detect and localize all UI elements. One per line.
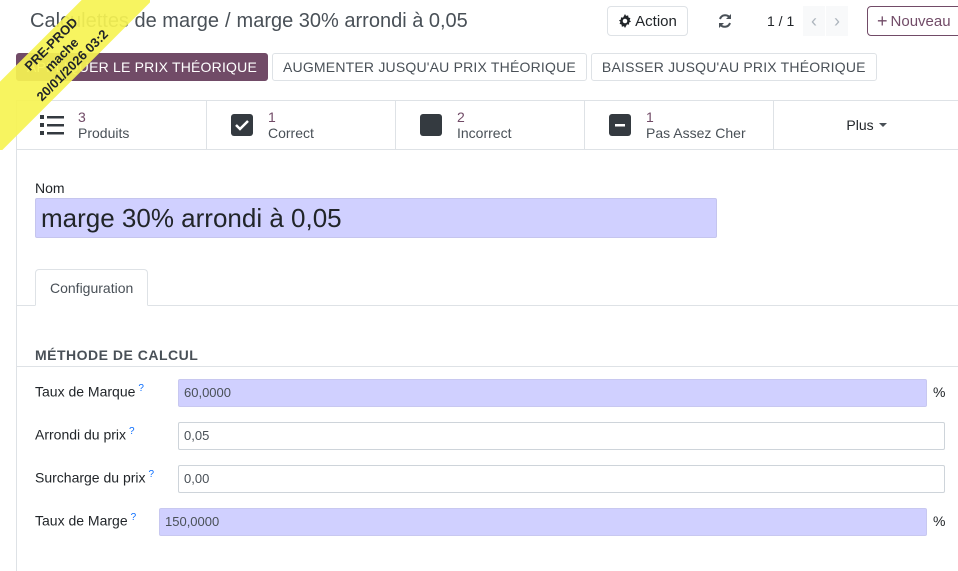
help-icon[interactable]: ? <box>129 426 135 437</box>
name-label: Nom <box>35 180 65 196</box>
new-label: Nouveau <box>890 12 951 30</box>
refresh-icon <box>719 14 731 28</box>
field-label: Taux de Marge? <box>35 512 137 529</box>
help-icon[interactable]: ? <box>131 512 137 523</box>
name-input[interactable]: marge 30% arrondi à 0,05 <box>35 198 717 238</box>
breadcrumb-separator: / <box>224 10 231 32</box>
check-square-icon <box>230 113 254 137</box>
field-label: Taux de Marque? <box>35 383 144 400</box>
action-label: Action <box>635 12 677 30</box>
arrondi-du-prix-input[interactable]: 0,05 <box>178 422 945 450</box>
produits-label: Produits <box>78 125 130 141</box>
minus-square-icon <box>608 113 632 137</box>
notebook-tabs: Configuration <box>17 269 958 306</box>
field-label: Arrondi du prix? <box>35 426 135 443</box>
taux-de-marque-value: 60,0000 <box>178 379 927 407</box>
pager-value[interactable]: 1 / 1 <box>767 13 794 29</box>
surcharge-du-prix-input[interactable]: 0,00 <box>178 465 945 493</box>
smart-button-pas-assez-cher[interactable]: 1 Pas Assez Cher <box>585 101 774 149</box>
smart-button-incorrect[interactable]: 2 Incorrect <box>396 101 585 149</box>
action-button[interactable]: Action <box>607 6 688 36</box>
smart-button-correct[interactable]: 1 Correct <box>207 101 396 149</box>
pager-previous-button[interactable]: ‹ <box>803 6 825 36</box>
square-icon <box>419 113 443 137</box>
taux-de-marge-value: 150,0000 <box>159 508 927 536</box>
more-label: Plus <box>846 117 874 133</box>
chevron-right-icon: › <box>834 10 840 31</box>
help-icon[interactable]: ? <box>138 383 144 394</box>
pas-assez-cher-count: 1 <box>646 109 654 125</box>
increase-to-theoretical-price-button[interactable]: AUGMENTER JUSQU'AU PRIX THÉORIQUE <box>271 53 587 81</box>
smart-buttons: 3 Produits 1 Correct 2 Incorrect 1 Pas Assez… <box>17 101 958 150</box>
field-label: Surcharge du prix? <box>35 469 155 486</box>
breadcrumb-parent[interactable]: Calculettes de marge <box>30 10 219 32</box>
control-panel: Calculettes de marge / marge 30% arrondi à… <box>0 0 958 100</box>
smart-button-produits[interactable]: 3 Produits <box>17 101 207 149</box>
header-buttons: APPLIQUER LE PRIX THÉORIQUE AUGMENTER JU… <box>16 53 877 81</box>
breadcrumb-current: marge 30% arrondi à 0,05 <box>236 10 468 32</box>
chevron-left-icon: ‹ <box>811 10 817 31</box>
breadcrumb: Calculettes de marge / marge 30% arrondi à… <box>30 10 468 33</box>
apply-theoretical-price-button[interactable]: APPLIQUER LE PRIX THÉORIQUE <box>16 53 268 81</box>
section-title: MÉTHODE DE CALCUL <box>35 347 199 363</box>
percent-suffix: % <box>933 384 946 400</box>
percent-suffix: % <box>933 513 946 529</box>
smart-button-more[interactable]: Plus <box>774 101 958 149</box>
correct-label: Correct <box>268 125 314 141</box>
incorrect-label: Incorrect <box>457 125 512 141</box>
pager-next-button[interactable]: › <box>826 6 848 36</box>
correct-count: 1 <box>268 109 276 125</box>
pas-assez-cher-label: Pas Assez Cher <box>646 125 746 141</box>
form-sheet: 3 Produits 1 Correct 2 Incorrect 1 Pas Assez… <box>16 100 958 571</box>
refresh-button[interactable] <box>714 10 736 32</box>
list-icon <box>40 113 64 137</box>
section-divider <box>17 366 958 367</box>
gear-icon <box>619 14 632 28</box>
plus-icon: + <box>877 11 888 31</box>
decrease-to-theoretical-price-button[interactable]: BAISSER JUSQU'AU PRIX THÉORIQUE <box>590 53 877 81</box>
help-icon[interactable]: ? <box>149 469 155 480</box>
caret-down-icon <box>878 123 887 127</box>
incorrect-count: 2 <box>457 109 465 125</box>
produits-count: 3 <box>78 109 86 125</box>
tab-configuration[interactable]: Configuration <box>35 269 149 306</box>
new-button[interactable]: + Nouveau <box>867 6 958 36</box>
